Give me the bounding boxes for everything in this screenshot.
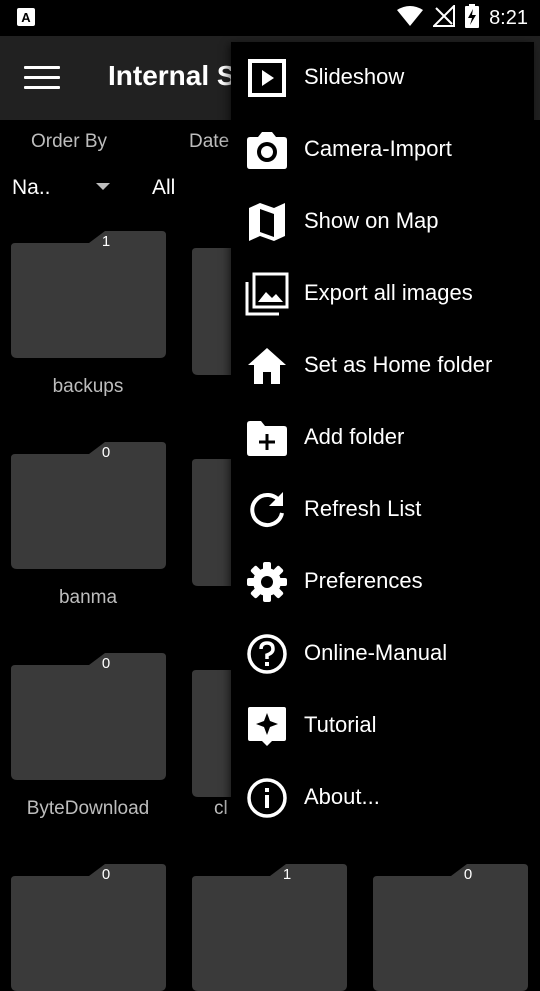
page-title: Internal S <box>108 60 236 91</box>
menu-item-online-manual[interactable]: Online-Manual <box>231 618 534 690</box>
folder-count: 0 <box>463 866 473 883</box>
menu-item-label: Set as Home folder <box>304 352 493 377</box>
folder-name: banma <box>58 587 118 608</box>
folder-item[interactable] <box>192 670 232 797</box>
slideshow-icon <box>248 59 286 97</box>
folder-item[interactable] <box>192 248 232 375</box>
menu-item-refresh-list[interactable]: Refresh List <box>231 474 534 546</box>
menu-item-label: Preferences <box>304 568 423 593</box>
folder-item[interactable] <box>192 459 232 586</box>
help-icon <box>247 634 287 674</box>
order-by-label: Order By <box>31 131 108 152</box>
menu-item-label: Tutorial <box>304 712 377 737</box>
overflow-menu: Slideshow Camera-Import Show on Map Expo… <box>231 42 534 834</box>
folder-icon <box>373 864 528 991</box>
folder-item[interactable]: 1 <box>192 864 347 991</box>
photo-library-icon <box>245 272 289 316</box>
gear-icon <box>247 562 287 602</box>
folder-icon <box>11 231 166 358</box>
home-icon <box>248 348 286 384</box>
date-label: Date <box>189 131 230 152</box>
menu-item-label: Show on Map <box>304 208 439 233</box>
folder-count: 0 <box>101 866 111 883</box>
folder-name: backups <box>52 376 124 397</box>
date-select[interactable]: All <box>152 176 175 200</box>
menu-item-show-on-map[interactable]: Show on Map <box>231 186 534 258</box>
menu-item-add-folder[interactable]: Add folder <box>231 402 534 474</box>
menu-item-about[interactable]: About... <box>231 762 534 834</box>
folder-item[interactable]: 0 <box>373 864 528 991</box>
folder-icon <box>192 864 347 991</box>
folder-count: 0 <box>101 655 111 672</box>
menu-icon[interactable] <box>24 66 60 90</box>
folder-name: ByteDownload <box>26 798 150 819</box>
folder-icon <box>11 442 166 569</box>
menu-item-label: Add folder <box>304 424 405 449</box>
status-bar: A 8:21 <box>0 0 540 36</box>
menu-item-tutorial[interactable]: Tutorial <box>231 690 534 762</box>
info-icon <box>247 778 287 818</box>
wifi-icon <box>397 5 424 31</box>
chevron-down-icon[interactable] <box>96 183 110 190</box>
folder-item[interactable]: 0 <box>11 442 166 569</box>
folder-item[interactable]: 0 <box>11 653 166 780</box>
folder-count: 0 <box>101 444 111 461</box>
folder-count: 1 <box>282 866 292 883</box>
menu-item-camera-import[interactable]: Camera-Import <box>231 114 534 186</box>
folder-item[interactable]: 0 <box>11 864 166 991</box>
folder-item[interactable]: 1 <box>11 231 166 358</box>
menu-item-label: Online-Manual <box>304 640 448 665</box>
folder-icon <box>11 653 166 780</box>
no-signal-icon <box>431 3 456 32</box>
folder-icon <box>11 864 166 991</box>
menu-item-slideshow[interactable]: Slideshow <box>231 42 534 114</box>
menu-item-label: Camera-Import <box>304 136 452 161</box>
camera-icon <box>247 132 287 169</box>
menu-item-label: Export all images <box>304 280 473 305</box>
refresh-icon <box>250 492 284 527</box>
menu-item-label: Slideshow <box>304 64 405 89</box>
notification-a-icon: A <box>17 8 35 31</box>
svg-text:A: A <box>21 10 31 25</box>
map-icon <box>249 203 285 241</box>
menu-item-label: Refresh List <box>304 496 422 521</box>
add-folder-icon <box>247 421 287 456</box>
order-by-select[interactable]: Na.. <box>12 176 51 200</box>
menu-item-label: About... <box>304 784 380 809</box>
folder-count: 1 <box>101 233 111 250</box>
battery-charging-icon <box>465 3 480 33</box>
menu-item-preferences[interactable]: Preferences <box>231 546 534 618</box>
menu-item-set-as-home-folder[interactable]: Set as Home folder <box>231 330 534 402</box>
menu-item-export-all-images[interactable]: Export all images <box>231 258 534 330</box>
clock: 8:21 <box>489 6 528 29</box>
tutorial-icon <box>248 707 286 746</box>
